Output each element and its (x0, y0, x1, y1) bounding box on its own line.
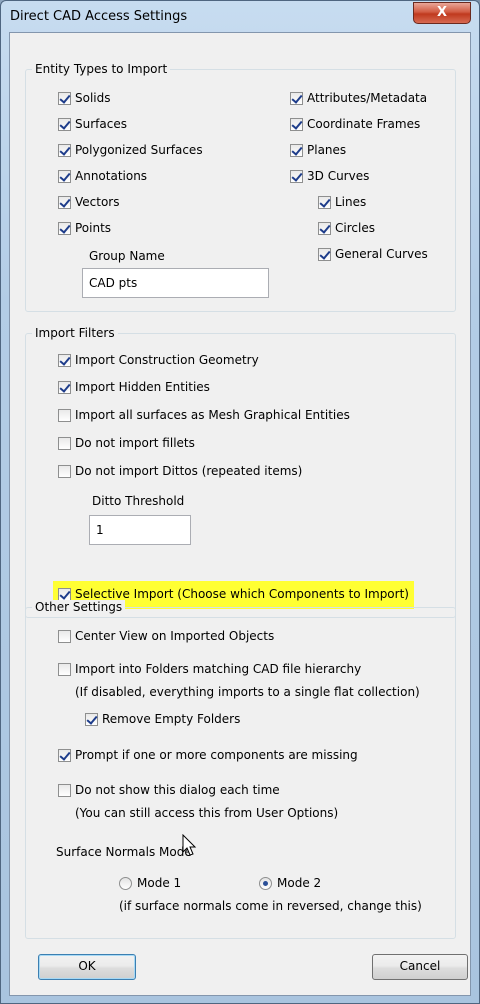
checkbox-box[interactable] (58, 195, 71, 209)
checkbox-label: Circles (335, 221, 375, 235)
dont-show-note: (You can still access this from User Opt… (75, 806, 339, 820)
checkbox-import-construction-geometry[interactable]: Import Construction Geometry (58, 353, 259, 367)
checkbox-box[interactable] (58, 143, 71, 157)
checkbox-box[interactable] (290, 169, 303, 183)
checkbox-box[interactable] (58, 629, 71, 643)
surface-normals-note: (if surface normals come in reversed, ch… (119, 899, 422, 913)
ditto-threshold-label: Ditto Threshold (92, 494, 185, 508)
checkbox-label: Import all surfaces as Mesh Graphical En… (75, 408, 350, 422)
title-bar[interactable]: Direct CAD Access Settings X (1, 1, 479, 33)
checkbox-center-view[interactable]: Center View on Imported Objects (58, 629, 274, 643)
checkbox-lines[interactable]: Lines (318, 195, 366, 209)
checkbox-box[interactable] (58, 464, 71, 478)
import-filters-legend: Import Filters (32, 326, 118, 340)
checkbox-box[interactable] (85, 712, 98, 726)
checkbox-box[interactable] (290, 91, 303, 105)
checkbox-box[interactable] (318, 247, 331, 261)
entity-types-legend: Entity Types to Import (32, 62, 171, 76)
dialog-client-area: Entity Types to Import Solids Surfaces P… (9, 32, 471, 996)
checkbox-box[interactable] (290, 143, 303, 157)
checkbox-box[interactable] (58, 408, 71, 422)
checkbox-no-dittos[interactable]: Do not import Dittos (repeated items) (58, 464, 302, 478)
other-settings-group: Other Settings (25, 600, 456, 939)
group-name-input[interactable]: CAD pts (82, 268, 269, 298)
checkbox-label: Planes (307, 143, 347, 157)
checkbox-label: Coordinate Frames (307, 117, 421, 131)
checkbox-dont-show-dialog[interactable]: Do not show this dialog each time (58, 783, 280, 797)
checkbox-label: Import into Folders matching CAD file hi… (75, 662, 362, 676)
checkbox-label: Vectors (75, 195, 120, 209)
radio-mode-2[interactable]: Mode 2 (259, 876, 321, 890)
cancel-button[interactable]: Cancel (372, 954, 468, 980)
checkbox-box[interactable] (318, 221, 331, 235)
radio-label: Mode 1 (137, 876, 182, 890)
checkbox-remove-empty-folders[interactable]: Remove Empty Folders (85, 712, 240, 726)
checkbox-label: Points (75, 221, 112, 235)
checkbox-box[interactable] (58, 91, 71, 105)
checkbox-box[interactable] (58, 117, 71, 131)
checkbox-label: Center View on Imported Objects (75, 629, 275, 643)
ditto-threshold-input[interactable]: 1 (89, 515, 191, 545)
checkbox-label: Remove Empty Folders (102, 712, 241, 726)
radio-circle[interactable] (259, 876, 272, 890)
import-folders-note: (If disabled, everything imports to a si… (75, 685, 420, 699)
mouse-cursor-icon (182, 834, 197, 856)
checkbox-label: Import Construction Geometry (75, 353, 259, 367)
checkbox-label: Prompt if one or more components are mis… (75, 748, 358, 762)
checkbox-box[interactable] (58, 169, 71, 183)
checkbox-import-hidden-entities[interactable]: Import Hidden Entities (58, 380, 210, 394)
window-title: Direct CAD Access Settings (10, 9, 188, 24)
checkbox-3d-curves[interactable]: 3D Curves (290, 169, 369, 183)
checkbox-label: Do not import Dittos (repeated items) (75, 464, 303, 478)
checkbox-general-curves[interactable]: General Curves (318, 247, 428, 261)
checkbox-points[interactable]: Points (58, 221, 111, 235)
checkbox-label: Polygonized Surfaces (75, 143, 203, 157)
checkbox-box[interactable] (58, 748, 71, 762)
checkbox-box[interactable] (58, 662, 71, 676)
checkbox-label: Selective Import (Choose which Component… (75, 587, 409, 601)
checkbox-box[interactable] (290, 117, 303, 131)
radio-circle[interactable] (119, 876, 132, 890)
checkbox-box[interactable] (58, 221, 71, 235)
checkbox-no-fillets[interactable]: Do not import fillets (58, 436, 195, 450)
checkbox-polygonized-surfaces[interactable]: Polygonized Surfaces (58, 143, 203, 157)
close-button[interactable]: X (413, 2, 471, 24)
checkbox-box[interactable] (58, 783, 71, 797)
group-name-label: Group Name (89, 249, 165, 263)
checkbox-label: Annotations (75, 169, 148, 183)
surface-normals-label: Surface Normals Mode (56, 845, 192, 859)
checkbox-label: Solids (75, 91, 111, 105)
checkbox-circles[interactable]: Circles (318, 221, 375, 235)
checkbox-label: Do not import fillets (75, 436, 195, 450)
checkbox-solids[interactable]: Solids (58, 91, 111, 105)
dialog-window: Direct CAD Access Settings X Entity Type… (0, 0, 480, 1004)
checkbox-box[interactable] (318, 195, 331, 209)
checkbox-surfaces-as-mesh[interactable]: Import all surfaces as Mesh Graphical En… (58, 408, 350, 422)
checkbox-label: Import Hidden Entities (75, 380, 210, 394)
checkbox-coordinate-frames[interactable]: Coordinate Frames (290, 117, 420, 131)
checkbox-box[interactable] (58, 353, 71, 367)
checkbox-prompt-missing[interactable]: Prompt if one or more components are mis… (58, 748, 358, 762)
checkbox-attributes-metadata[interactable]: Attributes/Metadata (290, 91, 427, 105)
checkbox-box[interactable] (58, 380, 71, 394)
checkbox-label: Do not show this dialog each time (75, 783, 280, 797)
checkbox-planes[interactable]: Planes (290, 143, 346, 157)
checkbox-box[interactable] (58, 436, 71, 450)
checkbox-import-into-folders[interactable]: Import into Folders matching CAD file hi… (58, 662, 361, 676)
checkbox-label: Surfaces (75, 117, 127, 131)
checkbox-label: General Curves (335, 247, 428, 261)
checkbox-annotations[interactable]: Annotations (58, 169, 147, 183)
other-settings-legend: Other Settings (32, 600, 126, 614)
checkbox-vectors[interactable]: Vectors (58, 195, 120, 209)
ok-button[interactable]: OK (38, 954, 136, 980)
radio-label: Mode 2 (277, 876, 322, 890)
checkbox-surfaces[interactable]: Surfaces (58, 117, 127, 131)
checkbox-box[interactable] (58, 587, 71, 601)
checkbox-label: Attributes/Metadata (307, 91, 428, 105)
radio-mode-1[interactable]: Mode 1 (119, 876, 181, 890)
checkbox-label: 3D Curves (307, 169, 370, 183)
checkbox-selective-import[interactable]: Selective Import (Choose which Component… (58, 587, 409, 601)
checkbox-label: Lines (335, 195, 367, 209)
